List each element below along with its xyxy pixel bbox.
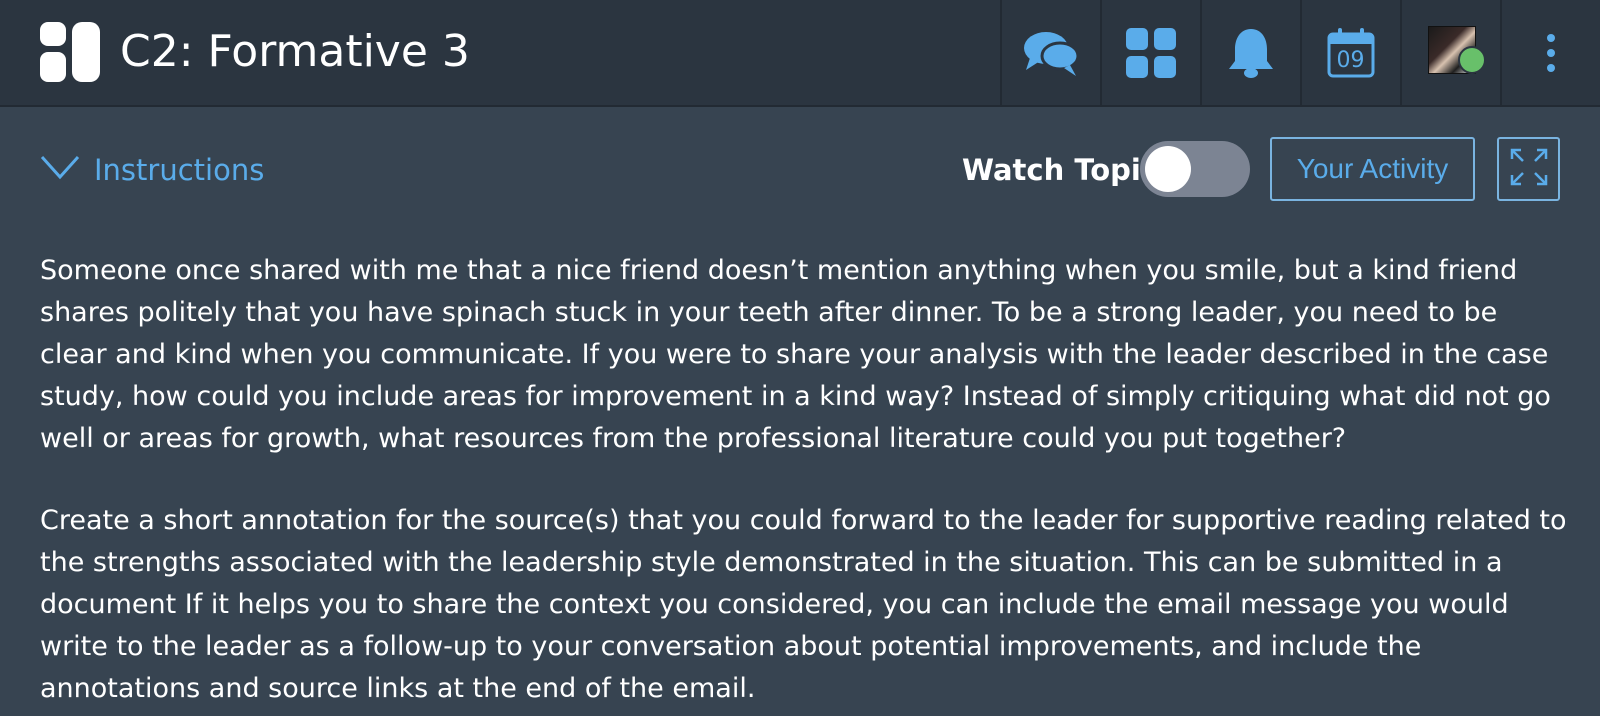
expand-icon	[1510, 148, 1548, 190]
toggle-knob	[1145, 146, 1191, 192]
apps-button[interactable]	[1100, 0, 1199, 105]
your-activity-button[interactable]: Your Activity	[1270, 137, 1475, 201]
instructions-paragraph: Create a short annotation for the source…	[40, 505, 1567, 704]
watch-topic-label: Watch Topic	[962, 153, 1159, 187]
app-logo-icon[interactable]	[40, 22, 100, 82]
instructions-toggle[interactable]: Instructions	[40, 148, 264, 192]
instructions-paragraph: Someone once shared with me that a nice …	[40, 255, 1551, 454]
calendar-button[interactable]: 09	[1300, 0, 1399, 105]
watch-topic-toggle[interactable]	[1140, 141, 1250, 197]
chat-button[interactable]	[1000, 0, 1099, 105]
top-bar: C2: Formative 3 09	[0, 0, 1600, 107]
page-title: C2: Formative 3	[120, 26, 470, 77]
chevron-down-icon	[40, 155, 80, 185]
more-menu-button[interactable]	[1500, 0, 1600, 105]
grid-apps-icon	[1125, 27, 1176, 78]
chat-bubbles-icon	[1022, 28, 1080, 78]
notifications-button[interactable]	[1200, 0, 1299, 105]
expand-button[interactable]	[1497, 137, 1560, 201]
calendar-day: 09	[1336, 47, 1365, 73]
online-status-dot	[1458, 46, 1486, 74]
calendar-icon: 09	[1327, 27, 1375, 78]
instructions-content: Someone once shared with me that a nice …	[40, 250, 1570, 716]
vertical-dots-icon	[1546, 33, 1556, 73]
instructions-label: Instructions	[94, 153, 265, 187]
bell-icon	[1226, 27, 1276, 79]
